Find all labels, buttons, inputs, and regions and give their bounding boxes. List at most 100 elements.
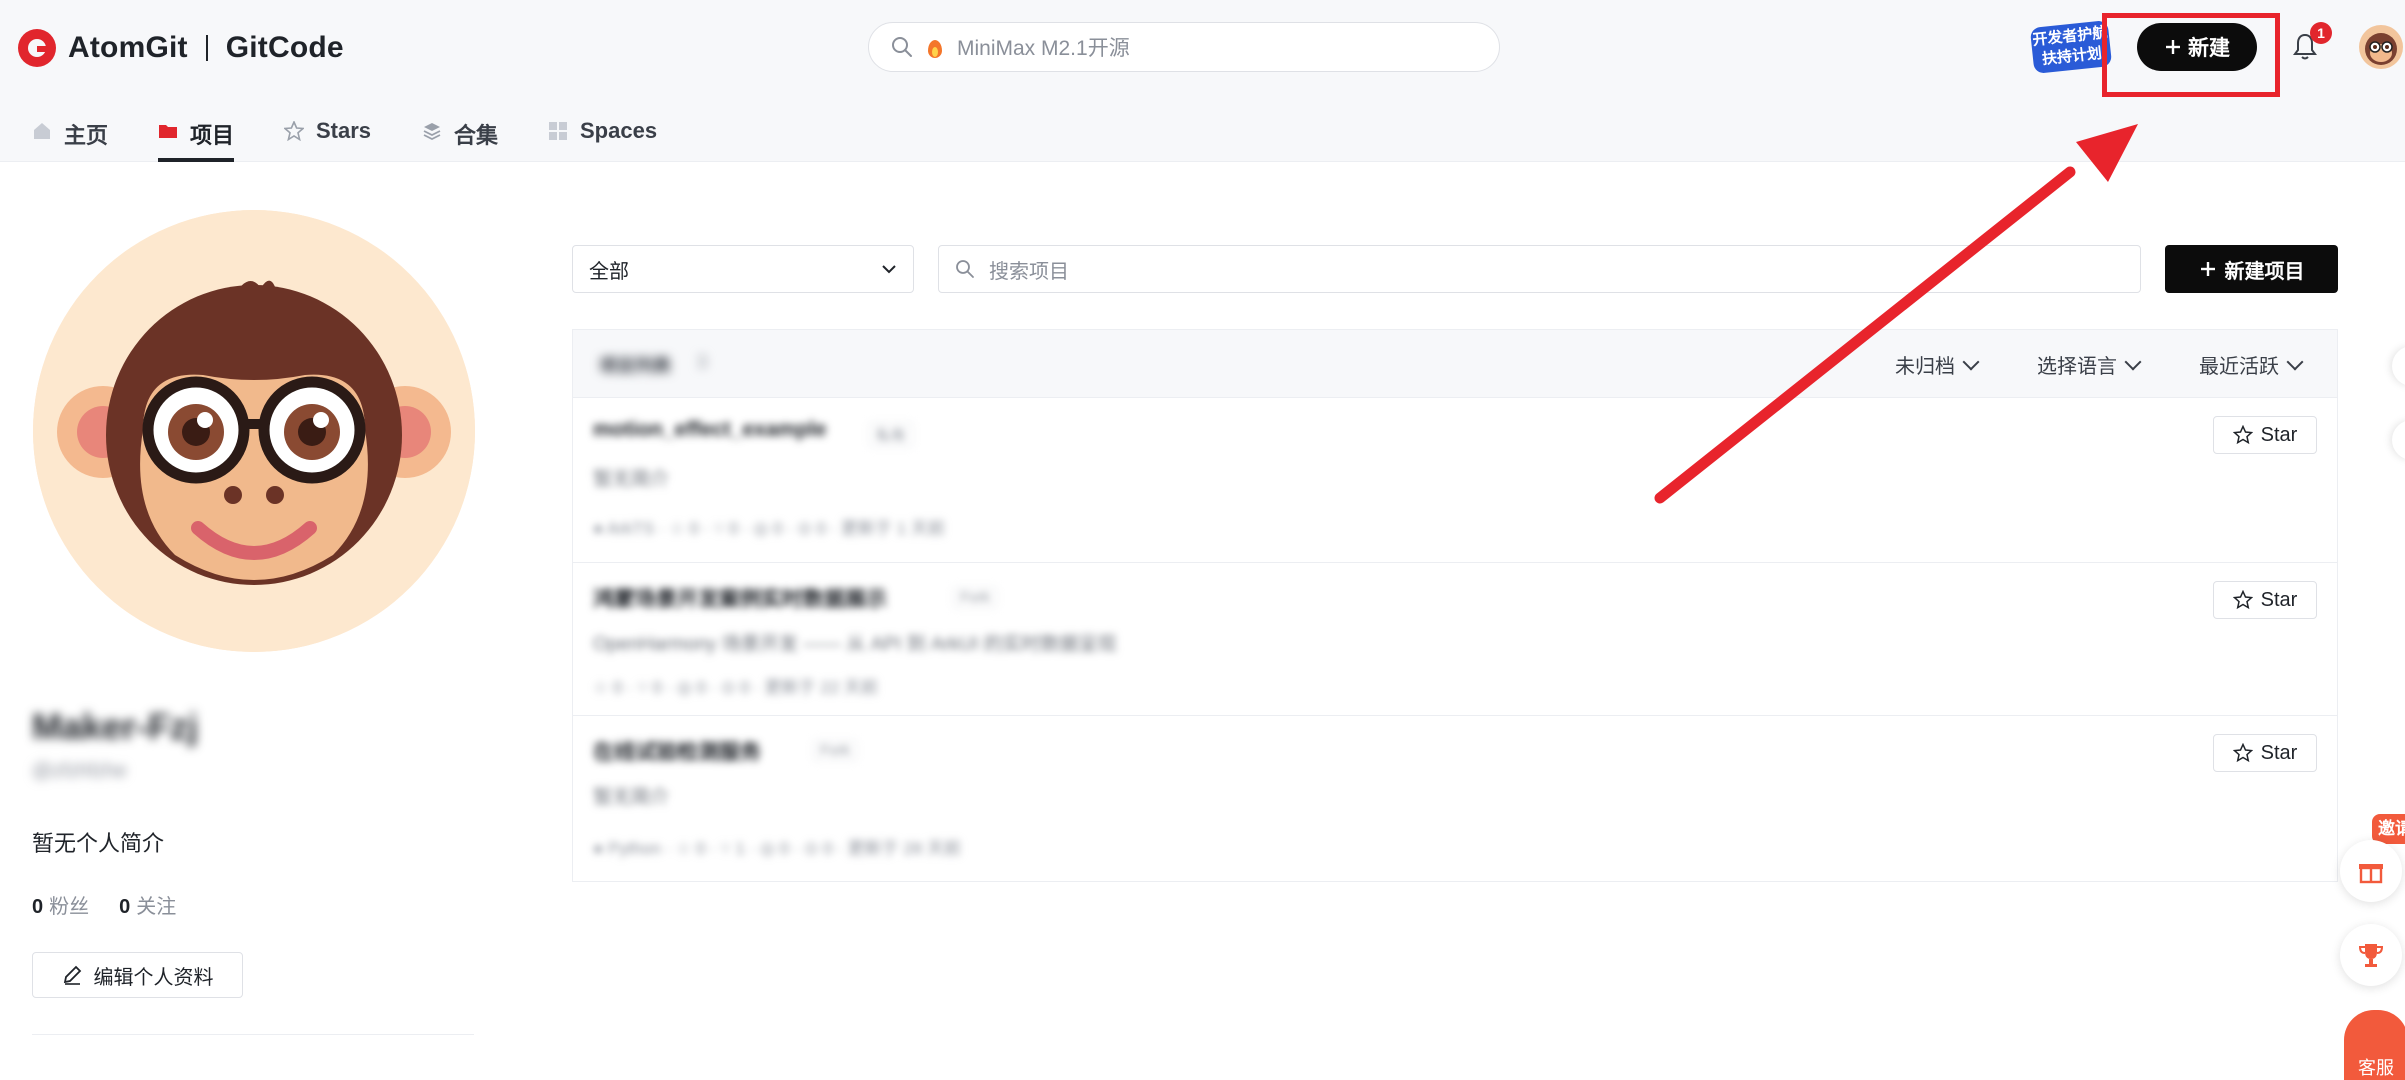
grid-icon <box>549 122 567 140</box>
star-button-label: Star <box>2260 423 2298 446</box>
project-row-content: 鸿蒙场景开发案例实时数据展示 Fork OpenHarmony 场景开发 —— … <box>573 563 1253 715</box>
trophy-button[interactable] <box>2340 924 2402 986</box>
customer-service-button[interactable]: 客服 <box>2344 1010 2405 1080</box>
chevron-down-icon <box>2124 353 2142 370</box>
project-search-input[interactable]: 搜索项目 <box>938 245 2141 293</box>
follow-stats: 0 粉丝 0 关注 <box>32 890 176 919</box>
project-row[interactable]: motion_effect_example 私有 暂无简介 ● ArkTS · … <box>573 398 2337 563</box>
sort-recent-dropdown[interactable]: 最近活跃 <box>2199 350 2304 379</box>
sort-recent-label: 最近活跃 <box>2199 356 2279 378</box>
monkey-avatar-icon <box>2365 33 2397 65</box>
project-name[interactable]: 鸿蒙场景开发案例实时数据展示 <box>593 583 887 613</box>
language-filter-label: 选择语言 <box>2037 356 2117 378</box>
project-description: 暂无简介 <box>593 469 670 490</box>
project-list: 项目列表 3 未归档 选择语言 最近活跃 motion_effect_examp… <box>572 329 2338 882</box>
plus-icon <box>2200 262 2215 276</box>
brand-separator <box>205 35 208 61</box>
main-tabs: 主页 项目 Stars 合集 Spaces <box>0 96 2405 162</box>
language-filter-dropdown[interactable]: 选择语言 <box>2037 350 2142 379</box>
profile-bio: 暂无个人简介 <box>32 831 165 856</box>
project-list-title: 项目列表 <box>599 356 671 376</box>
following-label: 关注 <box>136 896 177 918</box>
top-header: AtomGit GitCode MiniMax M2.1开源 开发者护航扶持计划… <box>0 0 2405 162</box>
profile-handle: @zfzhfzhe <box>32 760 127 782</box>
global-search-input[interactable]: MiniMax M2.1开源 <box>868 22 1500 72</box>
gift-icon <box>2359 864 2383 884</box>
tab-stars[interactable]: Stars <box>284 108 371 162</box>
star-button-label: Star <box>2260 588 2298 611</box>
project-row-content: 在线试验检测服务 Fork 暂无简介 ● Python · ☆ 0 · ⑂ 1 … <box>573 716 1253 881</box>
pencil-icon <box>63 965 81 985</box>
star-button[interactable]: Star <box>2213 734 2317 772</box>
tab-collections[interactable]: 合集 <box>422 108 498 162</box>
profile-username: Maker-Fzj <box>32 706 199 747</box>
atomgit-logo-icon <box>18 29 56 67</box>
project-row[interactable]: 鸿蒙场景开发案例实时数据展示 Fork OpenHarmony 场景开发 —— … <box>573 563 2337 716</box>
topbar: AtomGit GitCode MiniMax M2.1开源 开发者护航扶持计划… <box>0 0 2405 97</box>
followers-count: 0 <box>32 896 44 918</box>
tab-home-label: 主页 <box>64 123 109 148</box>
invite-tag[interactable]: 邀请 <box>2372 814 2405 844</box>
project-description: OpenHarmony 场景开发 —— 从 API 到 ArkUI 的实时数据呈… <box>593 634 1117 655</box>
tab-home[interactable]: 主页 <box>32 108 108 162</box>
tab-projects[interactable]: 项目 <box>158 108 235 162</box>
tab-projects-label: 项目 <box>190 123 235 148</box>
global-search-placeholder: MiniMax M2.1开源 <box>957 37 1130 60</box>
star-button[interactable]: Star <box>2213 416 2317 454</box>
project-visibility-tag: 私有 <box>869 422 914 447</box>
chevron-down-icon <box>2286 353 2304 370</box>
project-meta: ☆ 0 · ⑂ 0 · ◎ 0 · ⊙ 0 · 更新于 22 天前 <box>593 678 879 697</box>
star-icon <box>2232 425 2253 445</box>
profile-divider <box>32 1034 474 1035</box>
project-meta: ● Python · ☆ 0 · ⑂ 1 · ◎ 0 · ⊙ 0 · 更新于 2… <box>593 839 962 858</box>
customer-service-label: 客服 <box>2358 1058 2394 1078</box>
project-list-header: 项目列表 3 未归档 选择语言 最近活跃 <box>573 330 2337 398</box>
new-project-label: 新建项目 <box>2224 260 2305 283</box>
gift-button[interactable] <box>2340 840 2402 902</box>
archive-filter-dropdown[interactable]: 未归档 <box>1895 350 1980 379</box>
notification-badge: 1 <box>2310 22 2332 44</box>
star-icon <box>284 121 304 141</box>
following-count: 0 <box>119 896 131 918</box>
tab-stars-label: Stars <box>316 118 372 143</box>
brand-name: AtomGit <box>68 31 188 64</box>
layers-icon <box>423 123 441 141</box>
promo-badge[interactable]: 开发者护航扶持计划 <box>2029 20 2113 74</box>
project-filter-value: 全部 <box>589 260 629 283</box>
star-button[interactable]: Star <box>2213 581 2317 619</box>
edit-profile-label: 编辑个人资料 <box>93 966 214 989</box>
project-list-count: 3 <box>697 352 708 372</box>
brand-name-secondary: GitCode <box>225 31 344 64</box>
project-row[interactable]: 在线试验检测服务 Fork 暂无简介 ● Python · ☆ 0 · ⑂ 1 … <box>573 716 2337 881</box>
search-icon <box>956 260 974 278</box>
project-row-content: motion_effect_example 私有 暂无简介 ● ArkTS · … <box>573 398 1253 562</box>
edit-profile-button[interactable]: 编辑个人资料 <box>32 952 243 998</box>
search-icon <box>892 37 912 57</box>
project-search-placeholder: 搜索项目 <box>989 260 1069 283</box>
new-project-button[interactable]: 新建项目 <box>2165 245 2338 293</box>
project-name[interactable]: 在线试验检测服务 <box>593 736 761 766</box>
project-filter-select[interactable]: 全部 <box>572 245 914 293</box>
chevron-down-icon <box>882 265 896 274</box>
followers-link[interactable]: 0 粉丝 <box>32 890 89 919</box>
star-icon <box>2232 743 2253 763</box>
monkey-avatar-large-icon <box>33 210 475 652</box>
project-name[interactable]: motion_effect_example <box>593 418 826 442</box>
tab-spaces-label: Spaces <box>580 118 658 143</box>
tab-spaces[interactable]: Spaces <box>548 108 657 162</box>
profile-avatar[interactable] <box>33 210 475 652</box>
side-collapse-handle[interactable] <box>2392 346 2405 386</box>
chevron-down-icon <box>1962 353 1980 370</box>
user-avatar-small[interactable] <box>2359 25 2403 69</box>
side-feedback-handle[interactable] <box>2392 420 2405 460</box>
fire-icon <box>927 36 943 58</box>
following-link[interactable]: 0 关注 <box>119 890 176 919</box>
project-meta: ● ArkTS · ☆ 0 · ⑂ 0 · ◎ 0 · ⊙ 0 · 更新于 1 … <box>593 519 945 538</box>
archive-filter-label: 未归档 <box>1895 356 1955 378</box>
star-icon <box>2232 590 2253 610</box>
project-fork-tag: Fork <box>953 587 997 608</box>
site-logo[interactable]: AtomGit GitCode <box>18 26 344 70</box>
annotation-highlight-box <box>2102 13 2280 97</box>
star-button-label: Star <box>2260 741 2298 764</box>
project-description: 暂无简介 <box>593 787 670 808</box>
